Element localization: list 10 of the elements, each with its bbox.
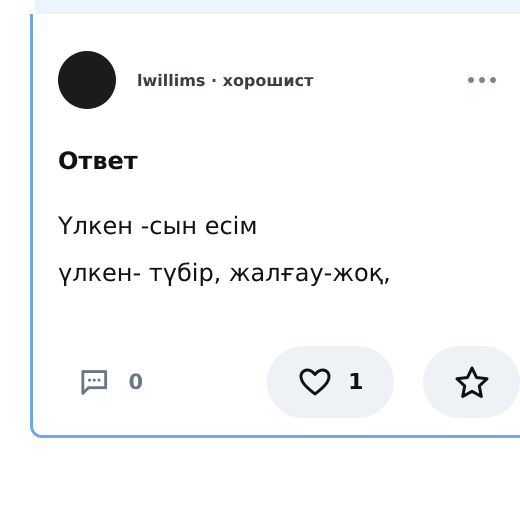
more-icon[interactable] — [467, 76, 497, 84]
heart-icon — [298, 367, 332, 397]
like-button[interactable]: 1 — [267, 346, 394, 418]
answer-text: Үлкен -сын есім үлкен- түбір, жалғау-жоқ, — [58, 211, 392, 289]
answer-heading: Ответ — [58, 146, 139, 177]
comment-icon[interactable] — [80, 368, 108, 396]
comment-count: 0 — [128, 370, 144, 394]
rate-button[interactable] — [423, 346, 520, 418]
star-icon — [454, 365, 490, 399]
author-name[interactable]: lwillims · хорошист — [137, 70, 467, 90]
